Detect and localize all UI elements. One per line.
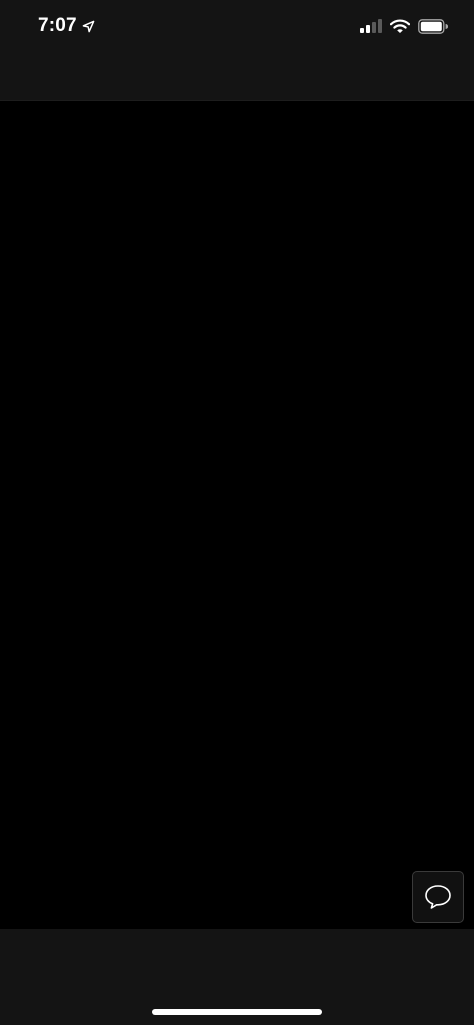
status-icons: [360, 15, 448, 37]
app-screen: 7:07: [0, 0, 474, 1025]
top-bar: 7:07: [0, 0, 474, 101]
speech-bubble-icon: [425, 885, 451, 909]
main-content: [0, 101, 474, 929]
home-indicator[interactable]: [152, 1009, 322, 1015]
battery-icon: [418, 18, 448, 34]
status-time-group: 7:07: [38, 14, 95, 38]
location-arrow-icon: [82, 20, 95, 32]
wifi-icon: [390, 19, 410, 33]
cellular-signal-icon: [360, 19, 382, 33]
status-time: 7:07: [38, 15, 77, 36]
chat-button[interactable]: [412, 871, 464, 923]
